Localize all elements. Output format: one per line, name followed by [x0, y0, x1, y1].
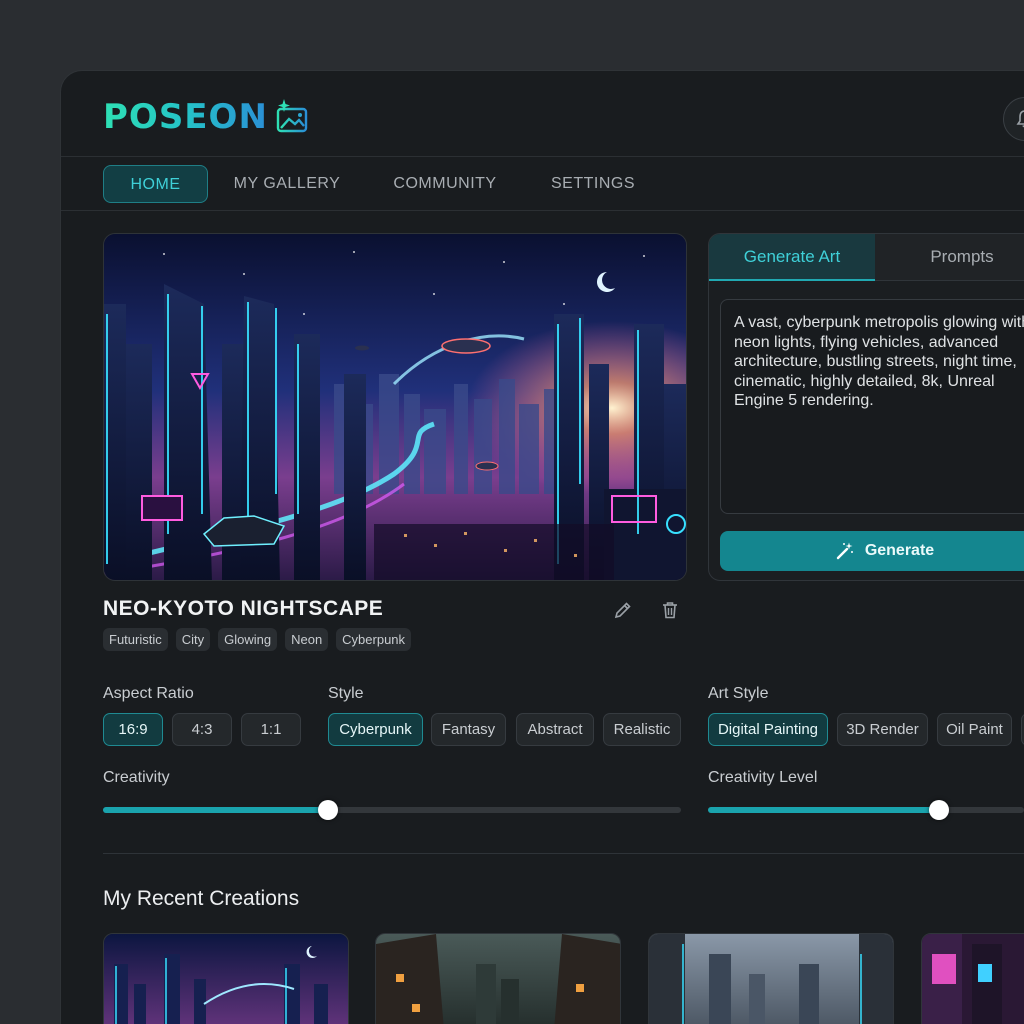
recent-image-2 — [376, 934, 620, 1024]
magic-wand-icon — [836, 542, 853, 560]
creativity-level-slider[interactable] — [708, 800, 1024, 820]
recent-thumb-4[interactable] — [921, 933, 1024, 1024]
app-header: POSEON — [61, 71, 1024, 157]
aspect-16-9[interactable]: 16:9 — [103, 713, 163, 746]
aspect-4-3[interactable]: 4:3 — [172, 713, 232, 746]
art-style-label: Art Style — [708, 685, 769, 702]
notifications-button[interactable] — [1003, 97, 1024, 141]
creativity-level-slider-thumb[interactable] — [928, 800, 949, 820]
art-style-oil-paint[interactable]: Oil Paint — [937, 713, 1012, 746]
delete-button[interactable] — [657, 597, 683, 623]
art-style-digital-painting[interactable]: Digital Painting — [708, 713, 828, 746]
tab-generate-art[interactable]: Generate Art — [709, 234, 875, 281]
recent-image-4 — [922, 934, 1024, 1024]
tag-city[interactable]: City — [175, 628, 211, 651]
creativity-slider-thumb[interactable] — [318, 800, 339, 820]
pencil-icon — [614, 602, 631, 619]
tab-prompts[interactable]: Prompts — [875, 234, 1024, 281]
nav-my-gallery[interactable]: MY GALLERY — [221, 165, 353, 203]
style-fantasy[interactable]: Fantasy — [431, 713, 506, 746]
generate-button[interactable]: Generate — [720, 531, 1024, 571]
style-cyberpunk[interactable]: Cyberpunk — [328, 713, 423, 746]
tag-futuristic[interactable]: Futuristic — [103, 628, 168, 651]
style-label: Style — [328, 685, 364, 702]
creativity-level-label: Creativity Level — [708, 769, 818, 786]
bell-icon — [1016, 110, 1024, 128]
style-abstract[interactable]: Abstract — [516, 713, 594, 746]
prompt-text: A vast, cyberpunk metropolis glowing wit… — [734, 314, 1024, 409]
cyberpunk-city-image — [104, 234, 686, 580]
image-sparkle-icon — [276, 99, 308, 133]
section-divider — [103, 853, 1024, 854]
creativity-label: Creativity — [103, 769, 170, 786]
art-style-3d-render[interactable]: 3D Render — [837, 713, 928, 746]
logo-text: POSEON — [103, 97, 268, 137]
app-window: POSEON HOME MY GALLERY COMMUNITY SETTING… — [60, 70, 1024, 1024]
app-logo[interactable]: POSEON — [103, 97, 312, 137]
artwork-title: NEO-KYOTO NIGHTSCAPE — [103, 597, 384, 620]
style-realistic[interactable]: Realistic — [603, 713, 681, 746]
artwork-tags: Futuristic City Glowing Neon Cyberpunk — [103, 628, 412, 651]
aspect-ratio-label: Aspect Ratio — [103, 685, 194, 702]
recent-thumb-3[interactable] — [648, 933, 894, 1024]
nav-settings[interactable]: SETTINGS — [539, 165, 647, 203]
nav-home[interactable]: HOME — [103, 165, 208, 203]
aspect-1-1[interactable]: 1:1 — [241, 713, 301, 746]
creativity-level-slider-fill — [708, 807, 939, 813]
artwork-preview[interactable] — [103, 233, 687, 581]
recent-thumb-1[interactable] — [103, 933, 349, 1024]
tag-glowing[interactable]: Glowing — [218, 628, 278, 651]
generate-panel: Generate Art Prompts A vast, cyberpunk m… — [708, 233, 1024, 581]
creativity-slider-fill — [103, 807, 329, 813]
main-nav: HOME MY GALLERY COMMUNITY SETTINGS — [61, 157, 1024, 211]
recent-thumb-2[interactable] — [375, 933, 621, 1024]
creativity-slider[interactable] — [103, 800, 681, 820]
prompt-input[interactable]: A vast, cyberpunk metropolis glowing wit… — [720, 299, 1024, 514]
nav-community[interactable]: COMMUNITY — [379, 165, 511, 203]
recent-creations-title: My Recent Creations — [103, 887, 300, 910]
recent-image-3 — [649, 934, 893, 1024]
tag-cyberpunk[interactable]: Cyberpunk — [336, 628, 412, 651]
tag-neon[interactable]: Neon — [285, 628, 329, 651]
generate-label: Generate — [864, 542, 935, 559]
edit-button[interactable] — [610, 597, 636, 623]
trash-icon — [663, 602, 677, 619]
recent-image-1 — [104, 934, 348, 1024]
